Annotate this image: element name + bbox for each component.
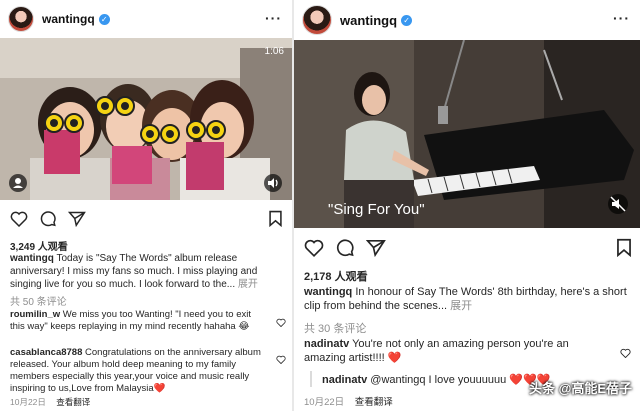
more-options-icon[interactable]: ··· [265, 10, 282, 26]
translate-link[interactable]: 查看翻译 [56, 397, 90, 407]
comment-icon[interactable] [335, 238, 355, 257]
caption-expand-link[interactable]: 展开 [450, 300, 472, 312]
caption: wantingq In honour of Say The Words' 8th… [304, 285, 632, 313]
post-date: 10月22日 [10, 397, 46, 407]
comment-icon[interactable] [39, 210, 57, 227]
post-date: 10月22日 [304, 397, 345, 408]
comment-text: @wantingq I love youuuuuu ❤️❤️❤️ [370, 374, 551, 386]
comments-total-link[interactable]: 共 30 条评论 [304, 320, 366, 336]
view-count: 3,249 人观看 [10, 242, 68, 253]
post-footer: 10月22日 查看翻译 [10, 396, 90, 408]
user-tag-icon[interactable] [9, 174, 27, 192]
post-footer: 10月22日 查看翻译 [304, 394, 393, 408]
video-timestamp: 1:06 [264, 46, 284, 57]
avatar[interactable] [302, 5, 332, 35]
save-icon[interactable] [616, 238, 632, 257]
watermark: 头条 @高能E蓓子 [529, 381, 632, 396]
caption: wantingq Today is "Say The Words" album … [10, 252, 286, 291]
post-header: wantingq ✓ ··· [0, 0, 292, 38]
video-player[interactable]: 1:06 [0, 38, 292, 200]
comment-username[interactable]: roumilin_w [10, 309, 60, 320]
volume-muted-icon[interactable] [608, 194, 628, 214]
volume-icon[interactable] [264, 174, 282, 192]
comments-total-link[interactable]: 共 50 条评论 [10, 293, 67, 308]
video-frame-illustration [0, 38, 292, 200]
caption-username[interactable]: wantingq [10, 253, 54, 264]
comment-item: nadinatv You're not only an amazing pers… [304, 337, 604, 365]
reply-thread-line [310, 371, 312, 387]
comment-username[interactable]: nadinatv [304, 338, 349, 350]
comment-username[interactable]: nadinatv [322, 374, 367, 386]
comment-like-icon[interactable] [276, 318, 286, 327]
caption-username[interactable]: wantingq [304, 286, 352, 298]
caption-expand-link[interactable]: 展开 [238, 279, 258, 290]
right-post: wantingq ✓ ··· "Sing For You" 2,178 人观看 … [294, 0, 640, 411]
like-icon[interactable] [10, 210, 28, 227]
like-icon[interactable] [304, 238, 324, 257]
left-post: wantingq ✓ ··· 1:06 3,249 人观看 wantingq T… [0, 0, 292, 411]
more-options-icon[interactable]: ··· [613, 10, 630, 26]
video-player[interactable]: "Sing For You" [294, 40, 640, 228]
share-icon[interactable] [68, 210, 86, 227]
avatar[interactable] [8, 6, 34, 32]
video-frame-illustration [294, 40, 640, 228]
verified-badge-icon: ✓ [401, 14, 413, 26]
post-header: wantingq ✓ ··· [294, 0, 640, 40]
comment-item: casablanca8788 Congratulations on the an… [10, 347, 268, 395]
verified-badge-icon: ✓ [98, 13, 110, 25]
translate-link[interactable]: 查看翻译 [355, 397, 393, 408]
username[interactable]: wantingq [42, 12, 95, 26]
comment-item: roumilin_w We miss you too Wanting! "I n… [10, 309, 268, 333]
comment-username[interactable]: casablanca8788 [10, 347, 82, 358]
video-subtitle: "Sing For You" [328, 201, 425, 218]
view-count: 2,178 人观看 [304, 271, 368, 283]
action-bar [10, 210, 292, 227]
comment-like-icon[interactable] [620, 348, 631, 358]
username[interactable]: wantingq [340, 13, 397, 28]
comment-like-icon[interactable] [276, 355, 286, 364]
action-bar [304, 238, 640, 257]
share-icon[interactable] [366, 238, 386, 257]
save-icon[interactable] [268, 210, 283, 227]
